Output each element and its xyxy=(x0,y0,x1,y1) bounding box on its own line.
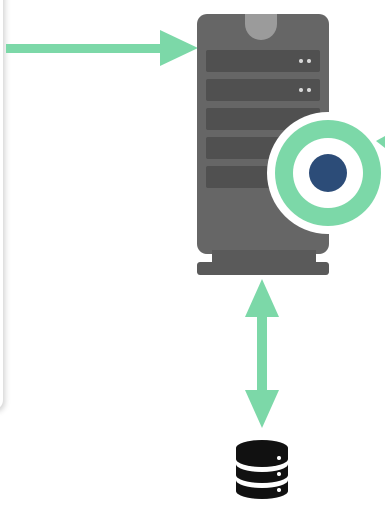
database-icon xyxy=(236,440,288,499)
network-diagram xyxy=(6,14,385,499)
status-ring-icon xyxy=(267,112,385,234)
incoming-arrow xyxy=(6,30,198,66)
bidirectional-arrow xyxy=(245,279,279,428)
